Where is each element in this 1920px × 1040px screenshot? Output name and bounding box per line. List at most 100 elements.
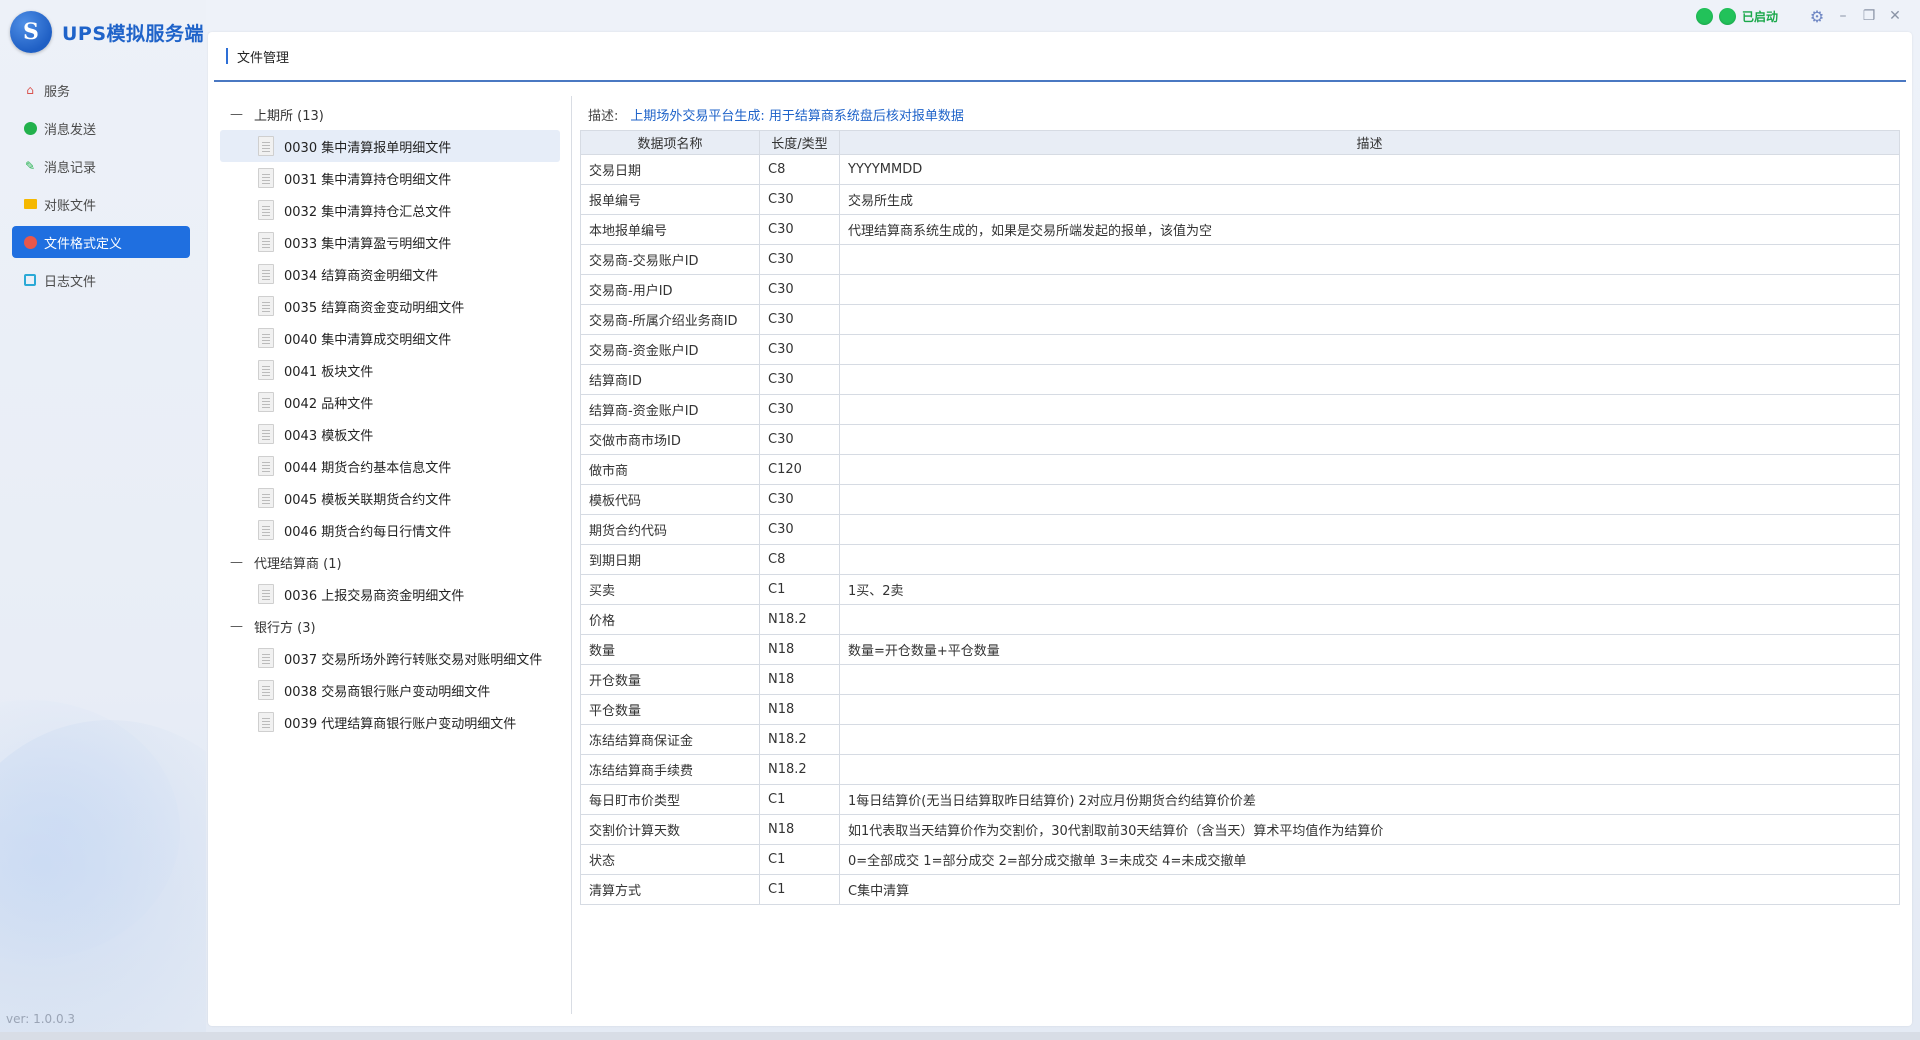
tree-group[interactable]: — 银行方 (3) [220,610,560,642]
table-row[interactable]: 平仓数量 N18 [580,694,1900,725]
field-name-cell: 冻结结算商保证金 [580,724,760,755]
tree-leaf-file[interactable]: 0043 模板文件 [220,418,560,450]
field-name-cell: 交易商-交易账户ID [580,244,760,275]
field-type-cell: N18 [759,634,840,665]
field-type-cell: C1 [759,844,840,875]
sidebar-item-reconcile-files[interactable]: 对账文件 [12,188,190,220]
field-desc-cell: 交易所生成 [839,184,1900,215]
table-row[interactable]: 冻结结算商保证金 N18.2 [580,724,1900,755]
tree-leaf-file[interactable]: 0036 上报交易商资金明细文件 [220,578,560,610]
tree-leaf-label: 0035 结算商资金变动明细文件 [284,300,465,316]
tree-leaf-file[interactable]: 0044 期货合约基本信息文件 [220,450,560,482]
tree-leaf-file[interactable]: 0046 期货合约每日行情文件 [220,514,560,546]
tree-leaf-label: 0046 期货合约每日行情文件 [284,524,452,540]
table-row[interactable]: 交割价计算天数 N18 如1代表取当天结算价作为交割价，30代割取前30天结算价（含… [580,814,1900,845]
sidebar-item-message-record[interactable]: ✎ 消息记录 [12,150,190,182]
table-row[interactable]: 结算商ID C30 [580,364,1900,395]
table-row[interactable]: 交做市商市场ID C30 [580,424,1900,455]
document-icon [258,168,274,188]
tree-group[interactable]: — 代理结算商 (1) [220,546,560,578]
field-desc-cell: YYYYMMDD [839,154,1900,185]
tree-leaf-label: 0033 集中清算盈亏明细文件 [284,236,452,252]
tree-leaf-file[interactable]: 0039 代理结算商银行账户变动明细文件 [220,706,560,738]
tree-leaf-label: 0041 板块文件 [284,364,374,380]
collapse-icon[interactable]: — [230,107,244,122]
table-row[interactable]: 报单编号 C30 交易所生成 [580,184,1900,215]
title-accent [226,48,228,64]
table-row[interactable]: 买卖 C1 1买、2卖 [580,574,1900,605]
document-icon [258,680,274,700]
field-name-cell: 冻结结算商手续费 [580,754,760,785]
tree-leaf-file[interactable]: 0035 结算商资金变动明细文件 [220,290,560,322]
file-detail: 描述: 上期场外交易平台生成: 用于结算商系统盘后核对报单数据 数据项名称 长度… [580,98,1903,905]
close-icon[interactable]: ✕ [1882,3,1908,29]
document-icon [258,200,274,220]
table-row[interactable]: 模板代码 C30 [580,484,1900,515]
field-name-cell: 交易商-所属介绍业务商ID [580,304,760,335]
table-row[interactable]: 结算商-资金账户ID C30 [580,394,1900,425]
field-name-cell: 交割价计算天数 [580,814,760,845]
table-row[interactable]: 开仓数量 N18 [580,664,1900,695]
table-row[interactable]: 清算方式 C1 C集中清算 [580,874,1900,905]
sidebar-item-message-send[interactable]: 消息发送 [12,112,190,144]
collapse-icon[interactable]: — [230,619,244,634]
description-label: 描述: [588,108,619,124]
tree-leaf-file[interactable]: 0037 交易所场外跨行转账交易对账明细文件 [220,642,560,674]
table-row[interactable]: 交易日期 C8 YYYYMMDD [580,154,1900,185]
document-icon [258,648,274,668]
status-dot-icon [1718,7,1736,25]
sidebar-item-log-files[interactable]: 日志文件 [12,264,190,296]
settings-icon[interactable]: ⚙ [1804,3,1830,29]
document-icon [258,456,274,476]
field-desc-cell [839,394,1900,425]
table-row[interactable]: 数量 N18 数量=开仓数量+平仓数量 [580,634,1900,665]
minimize-icon[interactable]: – [1830,3,1856,29]
collapse-icon[interactable]: — [230,555,244,570]
table-row[interactable]: 做市商 C120 [580,454,1900,485]
tree-leaf-file[interactable]: 0034 结算商资金明细文件 [220,258,560,290]
table-row[interactable]: 到期日期 C8 [580,544,1900,575]
field-desc-cell: 0=全部成交 1=部分成交 2=部分成交撤单 3=未成交 4=未成交撤单 [839,844,1900,875]
table-row[interactable]: 本地报单编号 C30 代理结算商系统生成的，如果是交易所端发起的报单，该值为空 [580,214,1900,245]
main-header: 文件管理 [214,32,1906,82]
tree-leaf-file[interactable]: 0031 集中清算持仓明细文件 [220,162,560,194]
field-type-cell: C30 [759,304,840,335]
table-row[interactable]: 交易商-用户ID C30 [580,274,1900,305]
maximize-icon[interactable]: ❐ [1856,3,1882,29]
tree-leaf-file[interactable]: 0045 模板关联期货合约文件 [220,482,560,514]
document-icon [258,488,274,508]
document-icon [258,520,274,540]
sidebar-item-file-format[interactable]: 文件格式定义 [12,226,190,258]
field-name-cell: 买卖 [580,574,760,605]
table-row[interactable]: 期货合约代码 C30 [580,514,1900,545]
tree-leaf-file[interactable]: 0030 集中清算报单明细文件 [220,130,560,162]
tree-leaf-file[interactable]: 0033 集中清算盈亏明细文件 [220,226,560,258]
tree-leaf-file[interactable]: 0042 品种文件 [220,386,560,418]
table-row[interactable]: 交易商-资金账户ID C30 [580,334,1900,365]
field-name-cell: 每日盯市价类型 [580,784,760,815]
field-name-cell: 交易商-资金账户ID [580,334,760,365]
column-header: 长度/类型 [759,130,840,155]
field-name-cell: 数量 [580,634,760,665]
splitter[interactable] [571,96,572,1014]
tree-group[interactable]: — 上期所 (13) [220,98,560,130]
tree-leaf-file[interactable]: 0038 交易商银行账户变动明细文件 [220,674,560,706]
tree-leaf-file[interactable]: 0041 板块文件 [220,354,560,386]
document-icon [258,424,274,444]
table-row[interactable]: 交易商-所属介绍业务商ID C30 [580,304,1900,335]
column-header: 描述 [839,130,1900,155]
field-type-cell: C30 [759,274,840,305]
table-row[interactable]: 冻结结算商手续费 N18.2 [580,754,1900,785]
sidebar: S UPS模拟服务端 ⌂ 服务 消息发送 ✎ 消息记录 对账文件 文件格式定义 … [0,0,206,1040]
tree-leaf-file[interactable]: 0040 集中清算成交明细文件 [220,322,560,354]
field-desc-cell: 代理结算商系统生成的，如果是交易所端发起的报单，该值为空 [839,214,1900,245]
table-row[interactable]: 价格 N18.2 [580,604,1900,635]
table-row[interactable]: 交易商-交易账户ID C30 [580,244,1900,275]
field-desc-cell [839,694,1900,725]
table-row[interactable]: 每日盯市价类型 C1 1每日结算价(无当日结算取昨日结算价) 2对应月份期货合约结算… [580,784,1900,815]
table-row[interactable]: 状态 C1 0=全部成交 1=部分成交 2=部分成交撤单 3=未成交 4=未成交撤单 [580,844,1900,875]
tree-leaf-label: 0036 上报交易商资金明细文件 [284,588,465,604]
column-header: 数据项名称 [580,130,760,155]
sidebar-item-service[interactable]: ⌂ 服务 [12,74,190,106]
tree-leaf-file[interactable]: 0032 集中清算持仓汇总文件 [220,194,560,226]
